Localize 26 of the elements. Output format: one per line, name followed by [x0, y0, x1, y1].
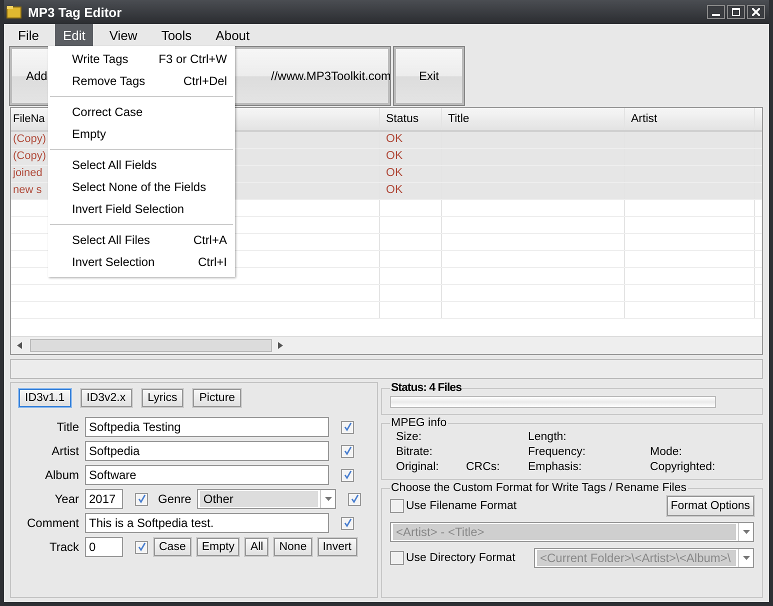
field-label: Genre: [158, 492, 192, 506]
info-label: Emphasis:: [528, 461, 583, 473]
table-cell: OK: [380, 149, 442, 165]
info-label: Length:: [528, 431, 568, 443]
info-label: Frequency:: [528, 446, 587, 458]
info-label: Mode:: [650, 446, 683, 458]
table-cell: OK: [380, 166, 442, 182]
field-label: Artist: [50, 444, 79, 458]
field-label: Track: [48, 540, 79, 554]
field-label: Title: [56, 420, 79, 434]
group-title: MPEG info: [390, 417, 448, 429]
group-title: Choose the Custom Format for Write Tags / Rename Files: [390, 482, 688, 494]
status-text: Status: 4 Files: [390, 382, 462, 394]
table-cell: OK: [380, 132, 442, 148]
field-label: Album: [44, 468, 79, 482]
info-label: CRCs:: [466, 461, 501, 473]
field-label: Year: [54, 492, 79, 506]
field-label: Comment: [26, 516, 79, 530]
info-label: Original:: [396, 461, 440, 473]
table-cell: OK: [380, 183, 442, 199]
info-label: Bitrate:: [396, 446, 434, 458]
option-label: Use Filename Format: [406, 500, 517, 512]
info-label: Size:: [396, 431, 423, 443]
option-label: Use Directory Format: [406, 552, 516, 564]
window-title: MP3 Tag Editor: [28, 4, 122, 20]
info-label: Copyrighted:: [650, 461, 716, 473]
